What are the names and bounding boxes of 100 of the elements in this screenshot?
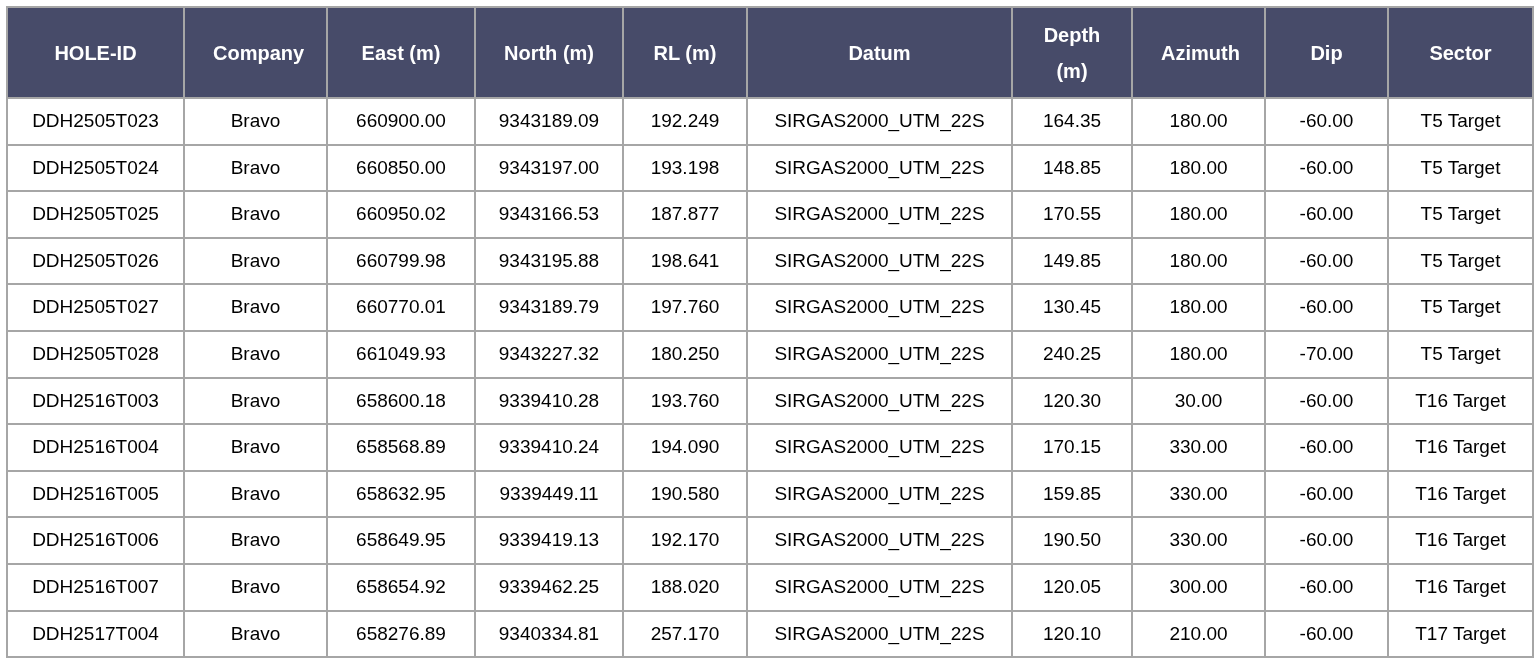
table-cell: 120.05 — [1012, 563, 1132, 611]
table-cell: DDH2505T027 — [7, 284, 184, 331]
table-cell: T16 Target — [1388, 563, 1533, 611]
table-cell: 180.00 — [1132, 284, 1265, 331]
table-cell: T16 Target — [1388, 377, 1533, 425]
table-cell: 257.170 — [623, 610, 747, 658]
column-header: North (m) — [475, 7, 623, 98]
table-cell: Bravo — [184, 424, 327, 471]
table-cell: DDH2505T028 — [7, 330, 184, 378]
table-cell: -60.00 — [1265, 517, 1388, 564]
table-cell: 9339462.25 — [475, 563, 623, 611]
table-cell: Bravo — [184, 144, 327, 192]
table-cell: Bravo — [184, 517, 327, 564]
table-cell: DDH2516T003 — [7, 377, 184, 425]
column-header: Sector — [1388, 7, 1533, 98]
table-cell: -60.00 — [1265, 237, 1388, 285]
table-cell: 9339449.11 — [475, 470, 623, 518]
table-cell: 180.00 — [1132, 191, 1265, 238]
table-cell: SIRGAS2000_UTM_22S — [747, 237, 1012, 285]
table-cell: SIRGAS2000_UTM_22S — [747, 98, 1012, 145]
table-cell: 660770.01 — [327, 284, 475, 331]
table-cell: -60.00 — [1265, 144, 1388, 192]
table-cell: Bravo — [184, 237, 327, 285]
table-cell: DDH2516T006 — [7, 517, 184, 564]
column-header: Depth (m) — [1012, 7, 1132, 98]
table-cell: DDH2516T007 — [7, 563, 184, 611]
table-cell: Bravo — [184, 610, 327, 658]
table-cell: 330.00 — [1132, 517, 1265, 564]
column-header: Dip — [1265, 7, 1388, 98]
table-cell: -60.00 — [1265, 98, 1388, 145]
table-cell: T5 Target — [1388, 144, 1533, 192]
table-cell: 660850.00 — [327, 144, 475, 192]
table-cell: 180.250 — [623, 330, 747, 378]
table-cell: Bravo — [184, 470, 327, 518]
table-cell: SIRGAS2000_UTM_22S — [747, 517, 1012, 564]
table-cell: 300.00 — [1132, 563, 1265, 611]
table-cell: SIRGAS2000_UTM_22S — [747, 610, 1012, 658]
table-cell: T16 Target — [1388, 424, 1533, 471]
table-cell: 194.090 — [623, 424, 747, 471]
table-cell: 658600.18 — [327, 377, 475, 425]
column-header: RL (m) — [623, 7, 747, 98]
table-cell: SIRGAS2000_UTM_22S — [747, 284, 1012, 331]
table-cell: SIRGAS2000_UTM_22S — [747, 330, 1012, 378]
table-cell: Bravo — [184, 98, 327, 145]
table-cell: 180.00 — [1132, 237, 1265, 285]
table-cell: DDH2505T025 — [7, 191, 184, 238]
table-cell: 9343189.09 — [475, 98, 623, 145]
table-cell: 159.85 — [1012, 470, 1132, 518]
table-cell: 9339410.28 — [475, 377, 623, 425]
table-cell: 658632.95 — [327, 470, 475, 518]
table-cell: DDH2505T026 — [7, 237, 184, 285]
table-cell: -60.00 — [1265, 377, 1388, 425]
table-cell: 9343166.53 — [475, 191, 623, 238]
table-cell: -60.00 — [1265, 610, 1388, 658]
table-cell: 188.020 — [623, 563, 747, 611]
table-cell: 9339410.24 — [475, 424, 623, 471]
column-header: East (m) — [327, 7, 475, 98]
table-cell: SIRGAS2000_UTM_22S — [747, 563, 1012, 611]
table-cell: 198.641 — [623, 237, 747, 285]
column-header: Company — [184, 7, 327, 98]
table-cell: Bravo — [184, 377, 327, 425]
table-cell: 9343195.88 — [475, 237, 623, 285]
table-cell: 149.85 — [1012, 237, 1132, 285]
table-cell: T5 Target — [1388, 191, 1533, 238]
table-cell: 130.45 — [1012, 284, 1132, 331]
table-cell: -60.00 — [1265, 424, 1388, 471]
table-cell: 30.00 — [1132, 377, 1265, 425]
table-cell: -60.00 — [1265, 284, 1388, 331]
table-cell: 658649.95 — [327, 517, 475, 564]
table-cell: 148.85 — [1012, 144, 1132, 192]
table-cell: T5 Target — [1388, 284, 1533, 331]
table-cell: 9340334.81 — [475, 610, 623, 658]
table-cell: 170.55 — [1012, 191, 1132, 238]
table-cell: 192.170 — [623, 517, 747, 564]
table-cell: DDH2516T004 — [7, 424, 184, 471]
table-cell: T5 Target — [1388, 330, 1533, 378]
table-cell: T16 Target — [1388, 517, 1533, 564]
table-cell: Bravo — [184, 284, 327, 331]
table-cell: T16 Target — [1388, 470, 1533, 518]
table-cell: 9343197.00 — [475, 144, 623, 192]
table-cell: 661049.93 — [327, 330, 475, 378]
table-cell: 180.00 — [1132, 98, 1265, 145]
table-cell: T5 Target — [1388, 237, 1533, 285]
table-cell: DDH2505T024 — [7, 144, 184, 192]
table-cell: T17 Target — [1388, 610, 1533, 658]
table-cell: 210.00 — [1132, 610, 1265, 658]
table-cell: 193.760 — [623, 377, 747, 425]
table-cell: SIRGAS2000_UTM_22S — [747, 377, 1012, 425]
table-cell: 240.25 — [1012, 330, 1132, 378]
table-cell: -60.00 — [1265, 563, 1388, 611]
table-cell: Bravo — [184, 330, 327, 378]
table-cell: Bravo — [184, 191, 327, 238]
table-cell: -70.00 — [1265, 330, 1388, 378]
table-cell: 330.00 — [1132, 470, 1265, 518]
table-cell: 658654.92 — [327, 563, 475, 611]
table-cell: SIRGAS2000_UTM_22S — [747, 470, 1012, 518]
table-cell: SIRGAS2000_UTM_22S — [747, 424, 1012, 471]
table-cell: SIRGAS2000_UTM_22S — [747, 144, 1012, 192]
table-cell: 660799.98 — [327, 237, 475, 285]
table-cell: 187.877 — [623, 191, 747, 238]
